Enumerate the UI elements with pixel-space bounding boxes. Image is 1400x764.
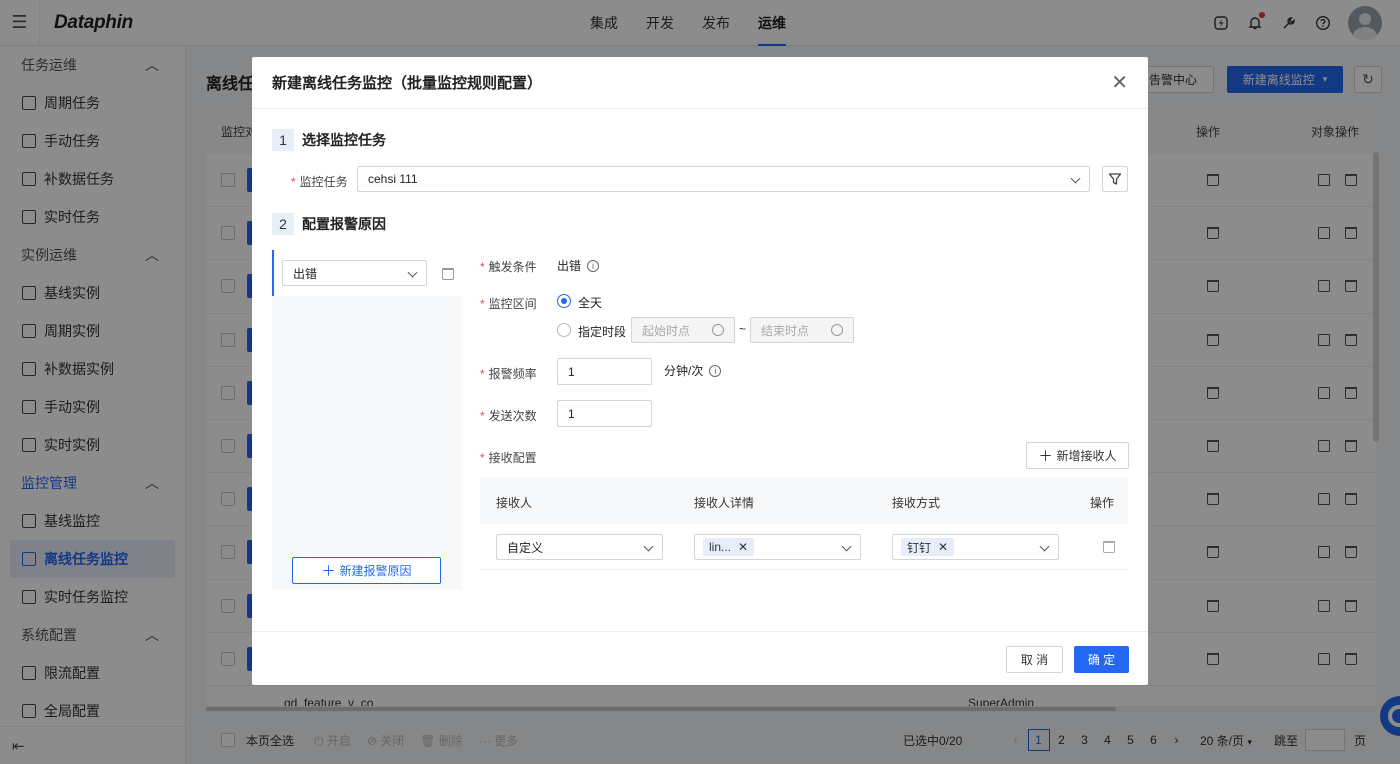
receive-config-label: * 接收配置 [480, 449, 537, 466]
required-mark: * [480, 367, 485, 381]
trigger-value: 出错 i [557, 257, 600, 274]
receiver-type-value: 自定义 [507, 540, 544, 555]
trigger-value-text: 出错 [557, 259, 582, 273]
step-title: 配置报警原因 [302, 216, 386, 232]
radio-period-label: 指定时段 [578, 325, 627, 339]
delete-reason-icon[interactable] [442, 268, 454, 280]
info-icon[interactable]: i [709, 364, 722, 377]
send-count-label-text: 发送次数 [488, 409, 537, 423]
chevron-down-icon [841, 541, 852, 552]
add-alarm-reason-button[interactable]: ＋新建报警原因 [292, 557, 441, 584]
required-mark: * [480, 451, 485, 465]
required-mark: * [291, 175, 296, 189]
alarm-reason-list: 出错 ＋新建报警原因 [272, 250, 462, 590]
plus-icon: ＋ [321, 562, 336, 579]
filter-button[interactable] [1102, 166, 1128, 192]
end-time-input[interactable]: 结束时点 [750, 317, 854, 343]
required-mark: * [480, 297, 485, 311]
remove-tag-icon[interactable]: ✕ [938, 540, 948, 554]
step-number: 1 [272, 129, 294, 151]
confirm-button[interactable]: 确 定 [1074, 646, 1129, 673]
step-title: 选择监控任务 [302, 132, 386, 148]
range-separator: ~ [739, 322, 747, 336]
clock-icon [831, 324, 843, 336]
chevron-down-icon [407, 267, 418, 278]
remove-tag-icon[interactable]: ✕ [738, 540, 748, 554]
radio-all-day-label: 全天 [578, 296, 603, 310]
monitor-task-label-text: 监控任务 [299, 175, 348, 189]
receiver-table-header: 接收人 接收人详情 接收方式 操作 [480, 478, 1128, 524]
start-time-input[interactable]: 起始时点 [631, 317, 735, 343]
frequency-label-text: 报警频率 [488, 367, 537, 381]
frequency-label: * 报警频率 [480, 365, 537, 382]
alarm-reason-value: 出错 [293, 266, 318, 281]
end-time-placeholder: 结束时点 [761, 323, 810, 338]
add-receiver-label: 新增接收人 [1056, 449, 1117, 463]
frequency-unit-text: 分钟/次 [664, 364, 704, 378]
trigger-label: * 触发条件 [480, 258, 537, 275]
confirm-label: 确 定 [1087, 653, 1116, 667]
monitor-task-select[interactable]: cehsi 111 [357, 166, 1090, 192]
receiver-tag-label: lin... [709, 540, 732, 554]
step-1: 1 选择监控任务 [272, 129, 386, 151]
send-count-input[interactable]: 1 [557, 400, 652, 427]
send-count-label: * 发送次数 [480, 407, 537, 424]
frequency-unit: 分钟/次 i [664, 362, 722, 379]
step-number: 2 [272, 213, 294, 235]
info-icon[interactable]: i [587, 259, 600, 272]
chevron-down-icon [1039, 541, 1050, 552]
start-time-placeholder: 起始时点 [642, 323, 691, 338]
column-header-ops: 操作 [1090, 496, 1115, 510]
receiver-tag: lin... ✕ [703, 538, 755, 556]
column-header-receive-method: 接收方式 [892, 496, 941, 510]
modal-header: 新建离线任务监控（批量监控规则配置） ✕ [252, 57, 1148, 109]
required-mark: * [480, 409, 485, 423]
chevron-down-icon [643, 541, 654, 552]
close-icon[interactable]: ✕ [1111, 70, 1128, 95]
radio-period[interactable] [557, 323, 571, 337]
monitor-task-value: cehsi 111 [368, 172, 418, 186]
cancel-label: 取 消 [1020, 653, 1049, 667]
frequency-input[interactable]: 1 [557, 358, 652, 385]
receive-config-label-text: 接收配置 [488, 451, 537, 465]
modal-footer: 取 消 确 定 [252, 631, 1148, 685]
alarm-reason-item[interactable]: 出错 [272, 250, 462, 296]
range-label-text: 监控区间 [488, 297, 537, 311]
step-2: 2 配置报警原因 [272, 213, 386, 235]
column-header-receiver: 接收人 [496, 496, 533, 510]
radio-all-day[interactable] [557, 294, 571, 308]
cancel-button[interactable]: 取 消 [1006, 646, 1063, 673]
column-header-receiver-detail: 接收人详情 [694, 496, 755, 510]
delete-row-icon[interactable] [1103, 541, 1115, 553]
add-alarm-reason-label: 新建报警原因 [339, 564, 412, 578]
filter-icon [1108, 173, 1122, 185]
frequency-value: 1 [568, 364, 575, 379]
receiver-table: 接收人 接收人详情 接收方式 操作 自定义 lin... ✕ 钉钉 ✕ [480, 478, 1128, 570]
chevron-down-icon [1070, 173, 1081, 184]
trigger-label-text: 触发条件 [488, 260, 537, 274]
new-offline-monitor-modal: 新建离线任务监控（批量监控规则配置） ✕ 1 选择监控任务 * 监控任务 cehs… [252, 57, 1148, 685]
alarm-reason-select[interactable]: 出错 [282, 260, 427, 286]
receiver-type-select[interactable]: 自定义 [496, 534, 663, 560]
send-count-value: 1 [568, 406, 575, 421]
range-label: * 监控区间 [480, 295, 537, 312]
add-receiver-button[interactable]: ＋新增接收人 [1026, 442, 1129, 469]
monitor-task-label: * 监控任务 [291, 173, 348, 190]
method-tag-label: 钉钉 [907, 540, 932, 555]
clock-icon [712, 324, 724, 336]
receive-method-select[interactable]: 钉钉 ✕ [892, 534, 1059, 560]
plus-icon: ＋ [1038, 447, 1053, 464]
table-row: 自定义 lin... ✕ 钉钉 ✕ [480, 524, 1128, 570]
receiver-detail-select[interactable]: lin... ✕ [694, 534, 861, 560]
required-mark: * [480, 260, 485, 274]
method-tag: 钉钉 ✕ [901, 538, 955, 556]
modal-title: 新建离线任务监控（批量监控规则配置） [272, 75, 543, 92]
